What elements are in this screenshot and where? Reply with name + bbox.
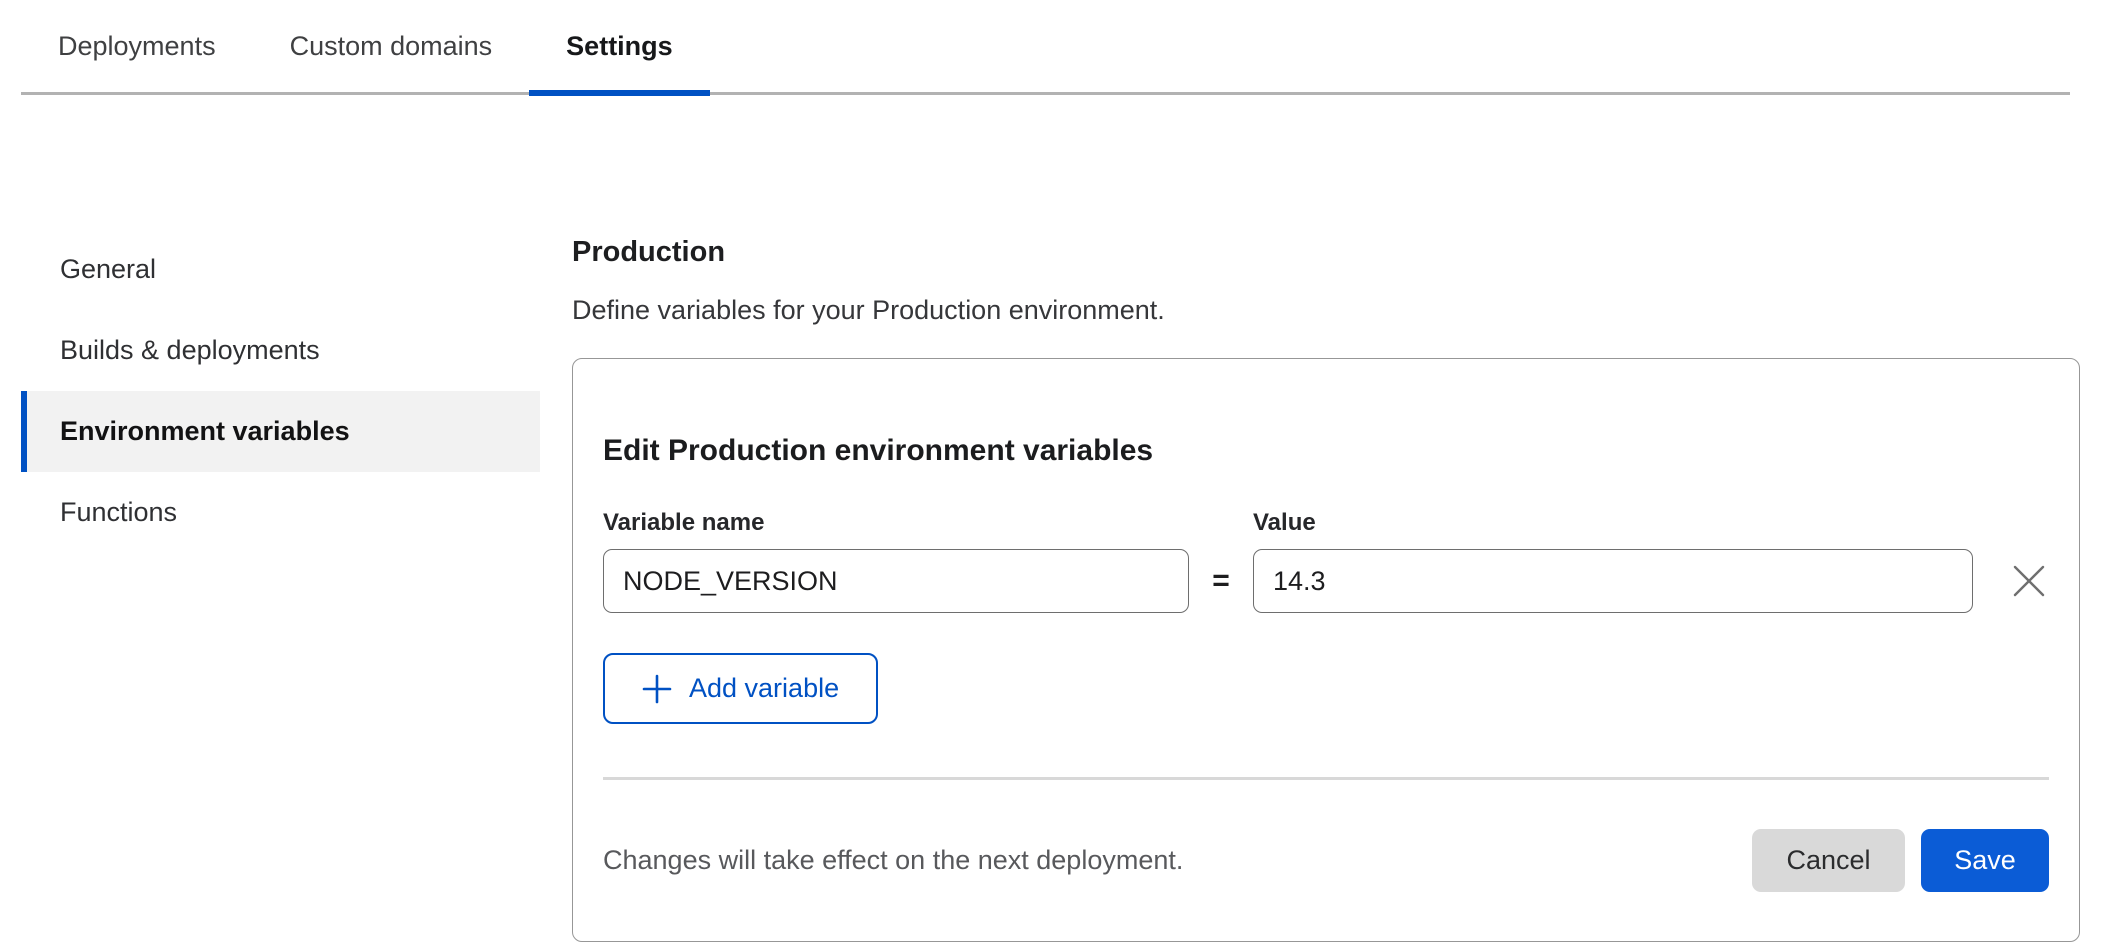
tab-deployments[interactable]: Deployments (21, 0, 253, 92)
sidebar-item-builds-deployments[interactable]: Builds & deployments (21, 310, 540, 391)
settings-page: Deployments Custom domains Settings Gene… (0, 0, 2121, 948)
section-description: Define variables for your Production env… (572, 295, 2080, 326)
plus-icon (642, 674, 672, 704)
main-content: Production Define variables for your Pro… (572, 229, 2080, 942)
sidebar-item-general-label: General (60, 254, 156, 285)
cancel-button[interactable]: Cancel (1752, 829, 1905, 892)
variable-name-input[interactable] (603, 549, 1189, 613)
settings-sidebar: General Builds & deployments Environment… (21, 229, 540, 942)
equals-sign: = (1189, 549, 1253, 613)
variable-name-field-wrap (603, 549, 1189, 613)
tab-custom-domains-label: Custom domains (290, 31, 493, 62)
section-title: Production (572, 235, 2080, 269)
sidebar-item-environment-variables[interactable]: Environment variables (21, 391, 540, 472)
variable-name-label: Variable name (603, 509, 1189, 537)
tab-settings-label: Settings (566, 31, 673, 62)
card-body: Edit Production environment variables Va… (573, 359, 2079, 724)
x-icon (2011, 563, 2047, 599)
remove-variable-button[interactable] (1973, 549, 2047, 613)
save-button[interactable]: Save (1921, 829, 2049, 892)
sidebar-item-functions[interactable]: Functions (21, 472, 540, 553)
add-variable-button[interactable]: Add variable (603, 653, 878, 724)
environment-variables-card: Edit Production environment variables Va… (572, 358, 2080, 942)
footer-actions: Cancel Save (1752, 829, 2049, 892)
sidebar-item-general[interactable]: General (21, 229, 540, 310)
variable-row: Variable name Value = (603, 509, 2049, 613)
settings-layout: General Builds & deployments Environment… (0, 95, 2121, 942)
page-tabbar: Deployments Custom domains Settings (21, 0, 2070, 95)
card-footer: Changes will take effect on the next dep… (573, 780, 2079, 941)
tab-settings[interactable]: Settings (529, 0, 710, 92)
value-input[interactable] (1253, 549, 1973, 613)
add-variable-label: Add variable (689, 673, 839, 704)
value-field-wrap (1253, 549, 1973, 613)
sidebar-item-builds-deployments-label: Builds & deployments (60, 335, 320, 366)
value-label: Value (1253, 509, 1973, 537)
tab-custom-domains[interactable]: Custom domains (253, 0, 530, 92)
tab-deployments-label: Deployments (58, 31, 216, 62)
sidebar-item-environment-variables-label: Environment variables (60, 416, 350, 447)
card-title: Edit Production environment variables (603, 433, 2049, 469)
deployment-note: Changes will take effect on the next dep… (603, 845, 1183, 876)
sidebar-item-functions-label: Functions (60, 497, 177, 528)
